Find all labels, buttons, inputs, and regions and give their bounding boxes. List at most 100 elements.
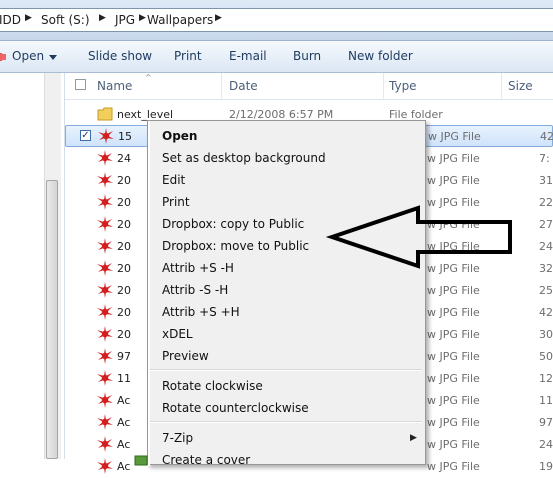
file-type: w JPG File	[427, 460, 480, 473]
breadcrumb-separator-icon[interactable]: ▶	[25, 13, 32, 23]
menu-item-preview[interactable]: Preview	[162, 349, 209, 363]
menu-item-open[interactable]: Open	[162, 129, 197, 143]
row-checkbox[interactable]: ✓	[80, 130, 91, 141]
file-type: w JPG File	[427, 416, 480, 429]
menu-item-dropbox-copy-to-public[interactable]: Dropbox: copy to Public	[162, 217, 304, 231]
file-size: 318	[539, 174, 553, 187]
file-size: 428	[540, 130, 553, 143]
file-name: Ac	[117, 394, 131, 407]
file-name: 20	[117, 196, 131, 209]
file-type: w JPG File	[427, 262, 480, 275]
breadcrumb-drive-group[interactable]: IDD	[0, 13, 21, 27]
jpg-file-icon	[97, 172, 113, 188]
navigation-scrollbar-thumb[interactable]	[46, 180, 58, 459]
breadcrumb-separator-icon[interactable]: ▶	[215, 13, 222, 23]
file-type: w JPG File	[427, 196, 480, 209]
file-name: 24	[117, 152, 131, 165]
file-type: w JPG File	[427, 438, 480, 451]
file-name: 20	[117, 240, 131, 253]
file-type: w JPG File	[427, 372, 480, 385]
column-size[interactable]: Size	[508, 79, 533, 93]
column-date[interactable]: Date	[229, 79, 258, 93]
open-button[interactable]: Open	[12, 49, 44, 63]
file-name: 11	[117, 372, 131, 385]
file-type: w JPG File	[427, 240, 480, 253]
menu-item-create-a-cover[interactable]: Create a cover	[162, 453, 250, 467]
address-bar-area: IDD ▶ Soft (S:) ▶ JPG ▶ Wallpapers ▶	[0, 0, 553, 41]
sort-ascending-icon: ^	[145, 73, 152, 82]
jpg-file-icon	[97, 414, 113, 430]
breadcrumb-jpg[interactable]: JPG	[115, 13, 135, 27]
folder-icon	[97, 107, 113, 121]
menu-item-dropbox-move-to-public[interactable]: Dropbox: move to Public	[162, 239, 309, 253]
file-size: 428	[539, 306, 553, 319]
menu-item-attrib-s-h[interactable]: Attrib +S -H	[162, 261, 234, 275]
column-divider[interactable]	[221, 73, 222, 99]
breadcrumb-wallpapers[interactable]: Wallpapers	[147, 13, 213, 27]
jpg-file-icon	[97, 304, 113, 320]
menu-item-rotate-counterclockwise[interactable]: Rotate counterclockwise	[162, 401, 309, 415]
menu-item-attrib-s-h[interactable]: Attrib +S +H	[162, 305, 240, 319]
context-menu: Open Set as desktop background Edit Print Dr…	[134, 120, 426, 467]
menu-item-set-as-desktop-background[interactable]: Set as desktop background	[162, 151, 326, 165]
file-size: 222	[539, 196, 553, 209]
file-size: 12:	[539, 372, 553, 385]
menu-item-xdel[interactable]: xDEL	[162, 327, 193, 341]
file-type: w JPG File	[427, 284, 480, 297]
breadcrumb-separator-icon[interactable]: ▶	[99, 13, 106, 23]
submenu-arrow-icon: ▶	[410, 433, 417, 443]
file-size: 25!	[539, 284, 553, 297]
new-folder-button[interactable]: New folder	[348, 49, 413, 63]
file-name: 15	[118, 130, 132, 143]
jpg-file-icon	[97, 348, 113, 364]
file-type: w JPG File	[427, 328, 480, 341]
menu-item-edit[interactable]: Edit	[162, 173, 185, 187]
organize-icon[interactable]	[0, 50, 8, 64]
menu-item-print[interactable]: Print	[162, 195, 190, 209]
file-size: 321	[539, 262, 553, 275]
jpg-file-icon	[98, 128, 114, 144]
column-type[interactable]: Type	[389, 79, 417, 93]
file-name: Ac	[117, 460, 131, 473]
file-type: w JPG File	[427, 394, 480, 407]
chevron-down-icon[interactable]	[49, 55, 57, 61]
file-name: 20	[117, 306, 131, 319]
command-toolbar: Open Slide show Print E-mail Burn New fo…	[0, 41, 553, 73]
menu-item-7-zip[interactable]: 7-Zip	[162, 431, 193, 445]
file-size: 97	[539, 416, 553, 429]
print-button[interactable]: Print	[174, 49, 202, 63]
column-name[interactable]: Name	[97, 79, 132, 93]
file-name: 20	[117, 174, 131, 187]
cover-icon	[134, 455, 148, 466]
jpg-file-icon	[97, 260, 113, 276]
column-divider[interactable]	[383, 73, 384, 99]
select-all-checkbox[interactable]	[75, 79, 86, 90]
jpg-file-icon	[97, 216, 113, 232]
jpg-file-icon	[97, 392, 113, 408]
file-type: w JPG File	[427, 174, 480, 187]
file-type: w JPG File	[427, 350, 480, 363]
jpg-file-icon	[97, 458, 113, 474]
file-size: 11:	[539, 394, 553, 407]
breadcrumb-separator-icon[interactable]: ▶	[139, 13, 146, 23]
menu-gutter	[148, 121, 150, 466]
file-size: 27:	[539, 218, 553, 231]
address-bar[interactable]: IDD ▶ Soft (S:) ▶ JPG ▶ Wallpapers ▶	[0, 8, 553, 32]
menu-separator	[150, 421, 422, 423]
jpg-file-icon	[97, 194, 113, 210]
file-type: w JPG File	[427, 152, 480, 165]
file-name: 97	[117, 350, 131, 363]
burn-button[interactable]: Burn	[293, 49, 321, 63]
email-button[interactable]: E-mail	[229, 49, 267, 63]
jpg-file-icon	[97, 326, 113, 342]
column-divider[interactable]	[501, 73, 502, 99]
jpg-file-icon	[97, 436, 113, 452]
file-type: w JPG File	[427, 218, 480, 231]
menu-item-rotate-clockwise[interactable]: Rotate clockwise	[162, 379, 263, 393]
slideshow-button[interactable]: Slide show	[88, 49, 152, 63]
menu-item-attrib-s-h[interactable]: Attrib -S -H	[162, 283, 228, 297]
breadcrumb-soft-drive[interactable]: Soft (S:)	[41, 13, 90, 27]
jpg-file-icon	[97, 150, 113, 166]
file-size: 246	[539, 240, 553, 253]
menu-separator	[150, 369, 422, 371]
